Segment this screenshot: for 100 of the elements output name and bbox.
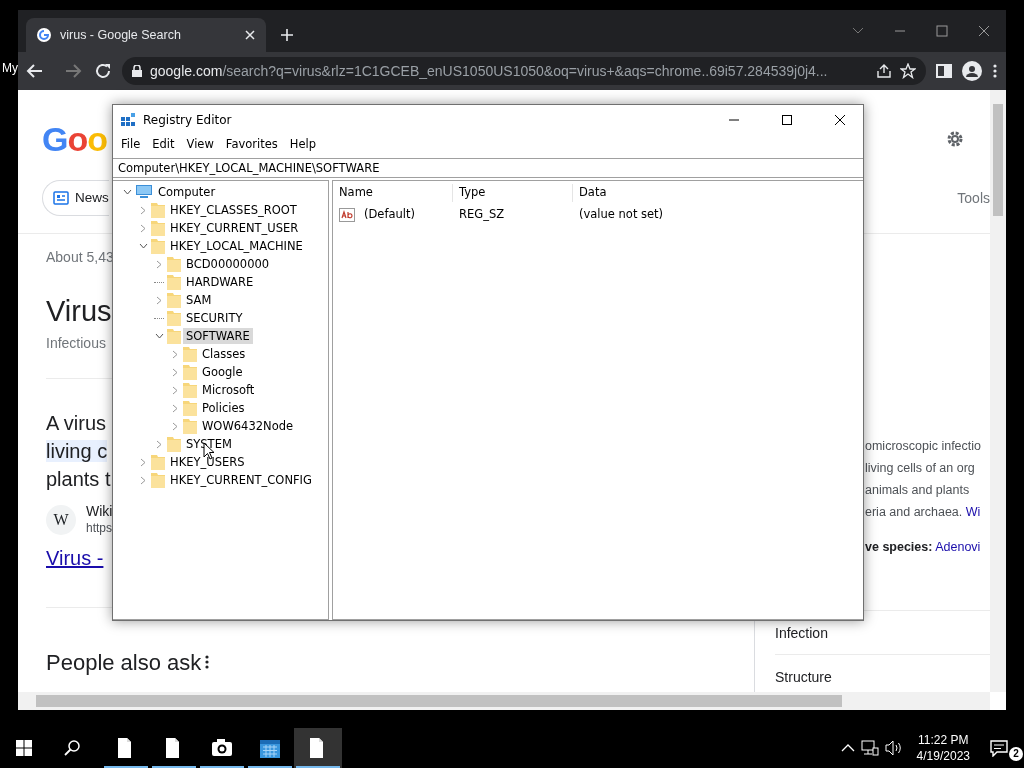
reload-icon[interactable]	[94, 62, 112, 80]
value-name: (Default)	[363, 206, 415, 224]
folder-icon	[167, 328, 181, 344]
tree-item[interactable]: Microsoft	[199, 382, 258, 398]
menu-item[interactable]: Help	[283, 136, 322, 154]
tree-item[interactable]: SOFTWARE	[183, 328, 253, 344]
address-field[interactable]: Computer\HKEY_LOCAL_MACHINE\SOFTWARE	[113, 158, 863, 178]
address-bar[interactable]: google.com/search?q=virus&rlz=1C1GCEB_enUS1050US1050&oq=virus+&aqs=chrome..69i57.284539j0j4...	[122, 57, 926, 85]
google-logo[interactable]: Goo	[42, 90, 107, 166]
panel-link[interactable]: Wi	[965, 505, 981, 519]
tree-item[interactable]: SAM	[183, 292, 215, 308]
menu-item[interactable]: View	[180, 136, 220, 154]
tree-item[interactable]: Classes	[199, 346, 249, 362]
side-panel-icon[interactable]	[936, 63, 952, 79]
tree-item[interactable]: Policies	[199, 400, 248, 416]
result-heading: Virus	[46, 294, 112, 329]
windows-logo-icon[interactable]	[16, 740, 32, 756]
menu-icon[interactable]	[992, 63, 998, 79]
chevron-right-icon[interactable]	[172, 367, 178, 377]
tree-item[interactable]: HKEY_USERS	[167, 454, 248, 470]
panel-text: eria and archaea. Wi	[865, 504, 981, 521]
column-header[interactable]: Name	[333, 184, 453, 202]
chevron-down-icon[interactable]	[852, 27, 864, 35]
tree-item[interactable]: HKEY_CURRENT_USER	[167, 220, 302, 236]
folder-icon	[151, 238, 165, 254]
chevron-down-icon[interactable]	[122, 189, 132, 195]
close-icon[interactable]	[978, 25, 990, 37]
lock-icon	[132, 65, 142, 77]
google-icon	[36, 27, 52, 43]
computer-icon	[135, 185, 153, 199]
column-header[interactable]: Data	[573, 184, 863, 202]
menu-item[interactable]: Edit	[146, 136, 181, 154]
notification-count: 2	[1009, 747, 1023, 761]
tree-item[interactable]: HKEY_CURRENT_CONFIG	[167, 472, 315, 488]
tree-item[interactable]: SECURITY	[183, 310, 246, 326]
chevron-right-icon[interactable]	[172, 385, 178, 395]
folder-icon	[183, 400, 197, 416]
share-icon[interactable]	[876, 63, 892, 79]
tree-item[interactable]: HARDWARE	[183, 274, 257, 290]
camera-icon[interactable]	[211, 737, 233, 759]
tree-item[interactable]: HKEY_CLASSES_ROOT	[167, 202, 300, 218]
clock[interactable]: 11:22 PM 4/19/2023	[908, 732, 978, 764]
news-chip[interactable]: News	[42, 180, 109, 216]
panel-text: animals and plants	[865, 482, 970, 499]
chevron-right-icon[interactable]	[140, 475, 146, 485]
folder-icon	[151, 454, 165, 470]
chevron-up-icon[interactable]	[840, 744, 855, 752]
browser-tab[interactable]: virus - Google Search	[26, 18, 266, 52]
folder-icon	[183, 382, 197, 398]
tree-item[interactable]: SYSTEM	[183, 436, 235, 452]
tools-link[interactable]: Tools	[957, 188, 990, 209]
source-url[interactable]: https	[86, 518, 113, 537]
folder-icon	[183, 418, 197, 434]
chevron-right-icon[interactable]	[172, 403, 178, 413]
species-link[interactable]: Adenovi	[935, 540, 981, 554]
folder-icon	[167, 436, 181, 452]
chevron-right-icon[interactable]	[140, 223, 146, 233]
chevron-down-icon[interactable]	[138, 243, 148, 249]
chevron-right-icon[interactable]	[156, 295, 162, 305]
tree-item[interactable]: HKEY_LOCAL_MACHINE	[167, 238, 306, 254]
network-icon[interactable]	[860, 740, 879, 756]
panel-section-link[interactable]: Structure	[775, 667, 832, 688]
chevron-right-icon[interactable]	[140, 205, 146, 215]
registry-icon	[120, 112, 136, 128]
search-icon[interactable]	[63, 739, 81, 757]
chevron-down-icon[interactable]	[154, 333, 164, 339]
chevron-right-icon[interactable]	[172, 421, 178, 431]
folder-icon	[183, 346, 197, 362]
calendar-icon[interactable]	[259, 737, 281, 759]
tree-item[interactable]: Computer	[155, 184, 219, 200]
tree-item[interactable]: BCD00000000	[183, 256, 273, 272]
tree-item[interactable]: Google	[199, 364, 246, 380]
chevron-right-icon[interactable]	[156, 259, 162, 269]
chevron-right-icon[interactable]	[156, 439, 162, 449]
horizontal-scrollbar[interactable]	[18, 692, 990, 710]
folder-icon	[167, 310, 181, 326]
volume-icon[interactable]	[884, 740, 903, 756]
star-icon[interactable]	[900, 63, 916, 79]
panel-text: living cells of an org	[865, 460, 975, 477]
chevron-right-icon[interactable]	[140, 457, 146, 467]
snippet-text: living c	[46, 439, 108, 462]
profile-icon[interactable]	[962, 61, 982, 81]
close-icon[interactable]	[835, 115, 845, 125]
vertical-scrollbar[interactable]	[990, 90, 1006, 692]
tree-item[interactable]: WOW6432Node	[199, 418, 297, 434]
string-value-icon	[339, 208, 355, 222]
chevron-right-icon[interactable]	[172, 349, 178, 359]
notifications-button[interactable]: 2	[984, 728, 1024, 768]
panel-text: omicroscopic infectio	[865, 438, 981, 455]
more-icon[interactable]	[205, 654, 210, 671]
message-icon[interactable]	[990, 739, 1008, 757]
column-header[interactable]: Type	[453, 184, 573, 202]
panel-section-link[interactable]: Infection	[775, 623, 828, 644]
taskbar-app-button[interactable]	[294, 728, 342, 768]
result-link[interactable]: Virus -	[46, 542, 104, 573]
menu-item[interactable]: File	[115, 136, 147, 154]
maximize-icon[interactable]	[782, 115, 792, 125]
snippet-text: plants t	[46, 467, 111, 490]
menu-item[interactable]: Favorites	[219, 136, 284, 154]
new-tab-icon[interactable]	[280, 28, 294, 42]
